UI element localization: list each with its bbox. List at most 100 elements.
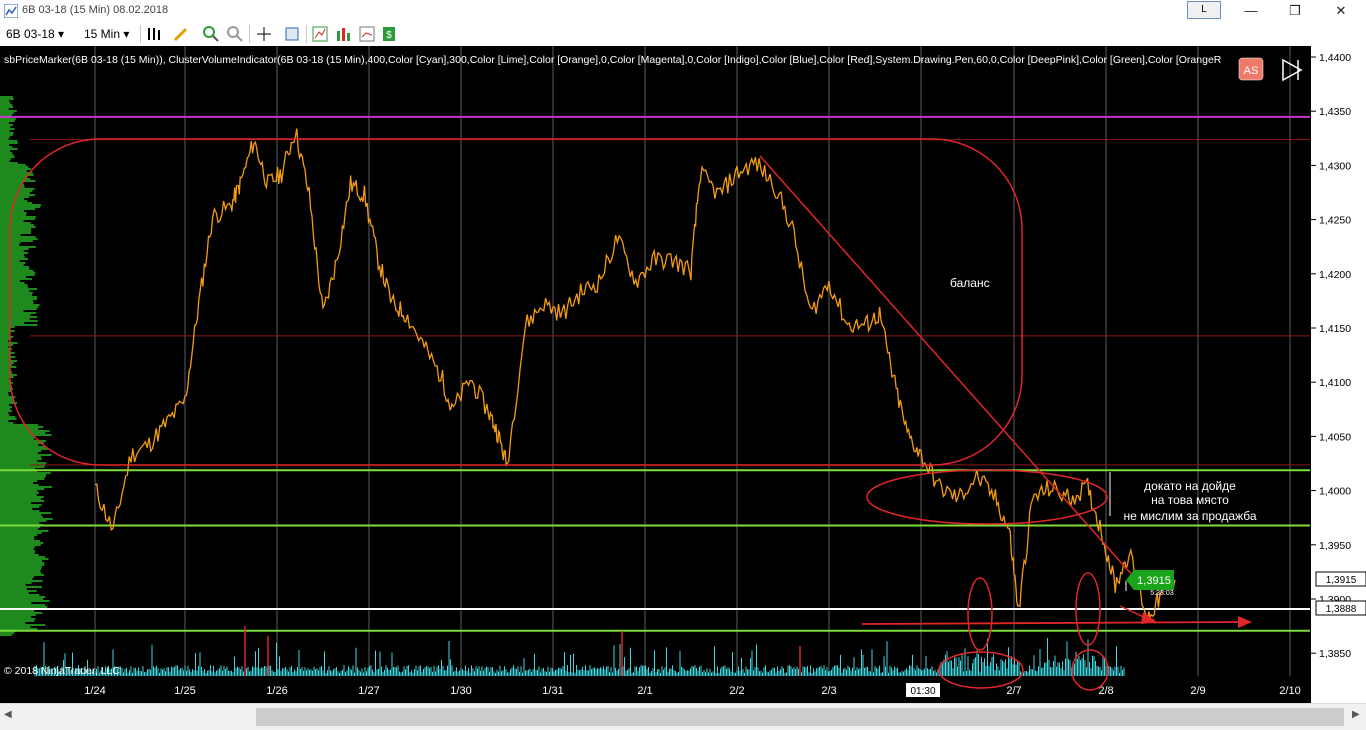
profile-bar — [0, 444, 39, 446]
profile-bar — [0, 436, 36, 438]
strategies-icon[interactable] — [335, 25, 353, 43]
profile-bar — [0, 106, 14, 108]
profile-bar — [0, 256, 25, 258]
interval-selector[interactable]: 15 Min ▾ — [84, 26, 129, 42]
window-title: 6B 03-18 (15 Min) 08.02.2018 — [22, 4, 169, 16]
zoom-in-icon[interactable] — [202, 25, 220, 43]
profile-bar — [0, 294, 33, 296]
profile-bar — [0, 166, 29, 168]
profile-bar — [0, 98, 14, 100]
profile-bar — [0, 454, 52, 456]
bar-style-icon[interactable] — [145, 25, 163, 43]
annotation-line-1: докато на дойде — [1144, 479, 1236, 493]
scroll-right-icon[interactable]: ▶ — [1352, 709, 1360, 720]
minimize-button[interactable]: — — [1228, 0, 1274, 22]
as-badge[interactable]: AS — [1238, 57, 1264, 81]
profile-bar — [0, 376, 14, 378]
profile-bar — [0, 552, 35, 554]
crosshair-icon[interactable] — [255, 25, 273, 43]
profile-bar — [0, 482, 34, 484]
profile-bar — [0, 362, 14, 364]
profile-bar — [0, 408, 11, 410]
profile-bar — [0, 510, 40, 512]
profile-bar — [0, 274, 35, 276]
scroll-left-icon[interactable]: ◀ — [4, 709, 12, 720]
profile-bar — [0, 542, 44, 544]
annotation-line-2: на това място — [1151, 493, 1229, 507]
profile-bar — [0, 262, 26, 264]
instrument-selector[interactable]: 6B 03-18 ▾ — [6, 26, 64, 42]
profile-bar — [0, 318, 30, 320]
profile-bar — [0, 264, 24, 266]
profile-bar — [0, 380, 10, 382]
draw-pencil-icon[interactable] — [172, 25, 190, 43]
price-chart[interactable]: 1/24 1/25 1/26 1/27 1/30 1/31 2/1 2/2 2/3 2/7 2/8 2… — [0, 46, 1310, 703]
profile-bar — [0, 254, 24, 256]
price-tag-last: 1,3915 — [1315, 571, 1366, 587]
horizontal-scrollbar[interactable]: ◀ ▶ — [0, 703, 1366, 730]
indicators-icon[interactable] — [311, 25, 329, 43]
profile-bar — [0, 406, 12, 408]
profile-bar — [0, 118, 16, 120]
profile-bar — [0, 302, 34, 304]
scrollbar-thumb[interactable] — [256, 708, 1344, 726]
profile-bar — [0, 374, 17, 376]
last-price-label: 1,3915 — [1137, 575, 1171, 587]
profile-bar — [0, 252, 29, 254]
profile-bar — [0, 136, 10, 138]
link-button[interactable]: L — [1187, 1, 1221, 19]
play-icon[interactable] — [1282, 58, 1303, 82]
profile-bar — [0, 154, 14, 156]
profile-bar — [0, 400, 14, 402]
profile-bar — [0, 590, 37, 592]
y-tick-label: 1,3850 — [1319, 648, 1351, 660]
profile-bar — [0, 298, 38, 300]
profile-bar — [0, 232, 31, 234]
profile-bar — [0, 390, 12, 392]
price-axis[interactable]: 1,4400 1,4350 1,4300 1,4250 1,4200 1,4150 1,41… — [1310, 46, 1366, 703]
profile-bar — [0, 278, 32, 280]
x-tick-label: 1/30 — [450, 685, 471, 697]
chart-trader-icon[interactable] — [358, 25, 376, 43]
window-titlebar: 6B 03-18 (15 Min) 08.02.2018 L — ❐ ✕ — [0, 0, 1366, 22]
profile-bar — [0, 548, 34, 550]
profile-bar — [0, 272, 36, 274]
profile-bar — [0, 566, 42, 568]
close-button[interactable]: ✕ — [1318, 0, 1364, 22]
zoom-out-icon[interactable] — [226, 25, 244, 43]
price-line — [94, 128, 1176, 622]
chart-panel[interactable]: 1/24 1/25 1/26 1/27 1/30 1/31 2/1 2/2 2/3 2/7 2/8 2… — [0, 46, 1310, 703]
profile-bar — [0, 206, 41, 208]
profile-bar — [0, 340, 9, 342]
x-tick-label: 1/24 — [84, 685, 105, 697]
profile-bar — [0, 600, 50, 602]
profile-bar — [0, 430, 50, 432]
price-series — [94, 128, 1176, 622]
profile-bar — [0, 250, 24, 252]
profile-bar — [0, 150, 10, 152]
maximize-button[interactable]: ❐ — [1272, 0, 1318, 22]
profile-bar — [0, 334, 10, 336]
profile-bar — [0, 100, 10, 102]
profile-bar — [0, 398, 13, 400]
x-tick-label: 2/9 — [1190, 685, 1205, 697]
consolidation-ellipse — [866, 469, 1108, 525]
properties-icon[interactable] — [283, 25, 301, 43]
x-tick-label: 2/1 — [637, 685, 652, 697]
profile-bar — [0, 532, 42, 534]
profile-bar — [0, 368, 10, 370]
profile-bar — [0, 300, 34, 302]
y-tick-label: 1,4100 — [1319, 377, 1351, 389]
profile-bar — [0, 332, 10, 334]
profile-bar — [0, 110, 17, 112]
profile-bar — [0, 620, 35, 622]
profile-bar — [0, 204, 42, 206]
copyright-text: © 2018 NinjaTrader, LLC — [4, 665, 120, 677]
profile-bar — [0, 282, 25, 284]
profile-bar — [0, 162, 18, 164]
dollar-icon[interactable]: $ — [380, 25, 398, 43]
profile-bar — [0, 366, 17, 368]
profile-bar — [0, 284, 28, 286]
profile-bar — [0, 418, 17, 420]
profile-bar — [0, 574, 44, 576]
